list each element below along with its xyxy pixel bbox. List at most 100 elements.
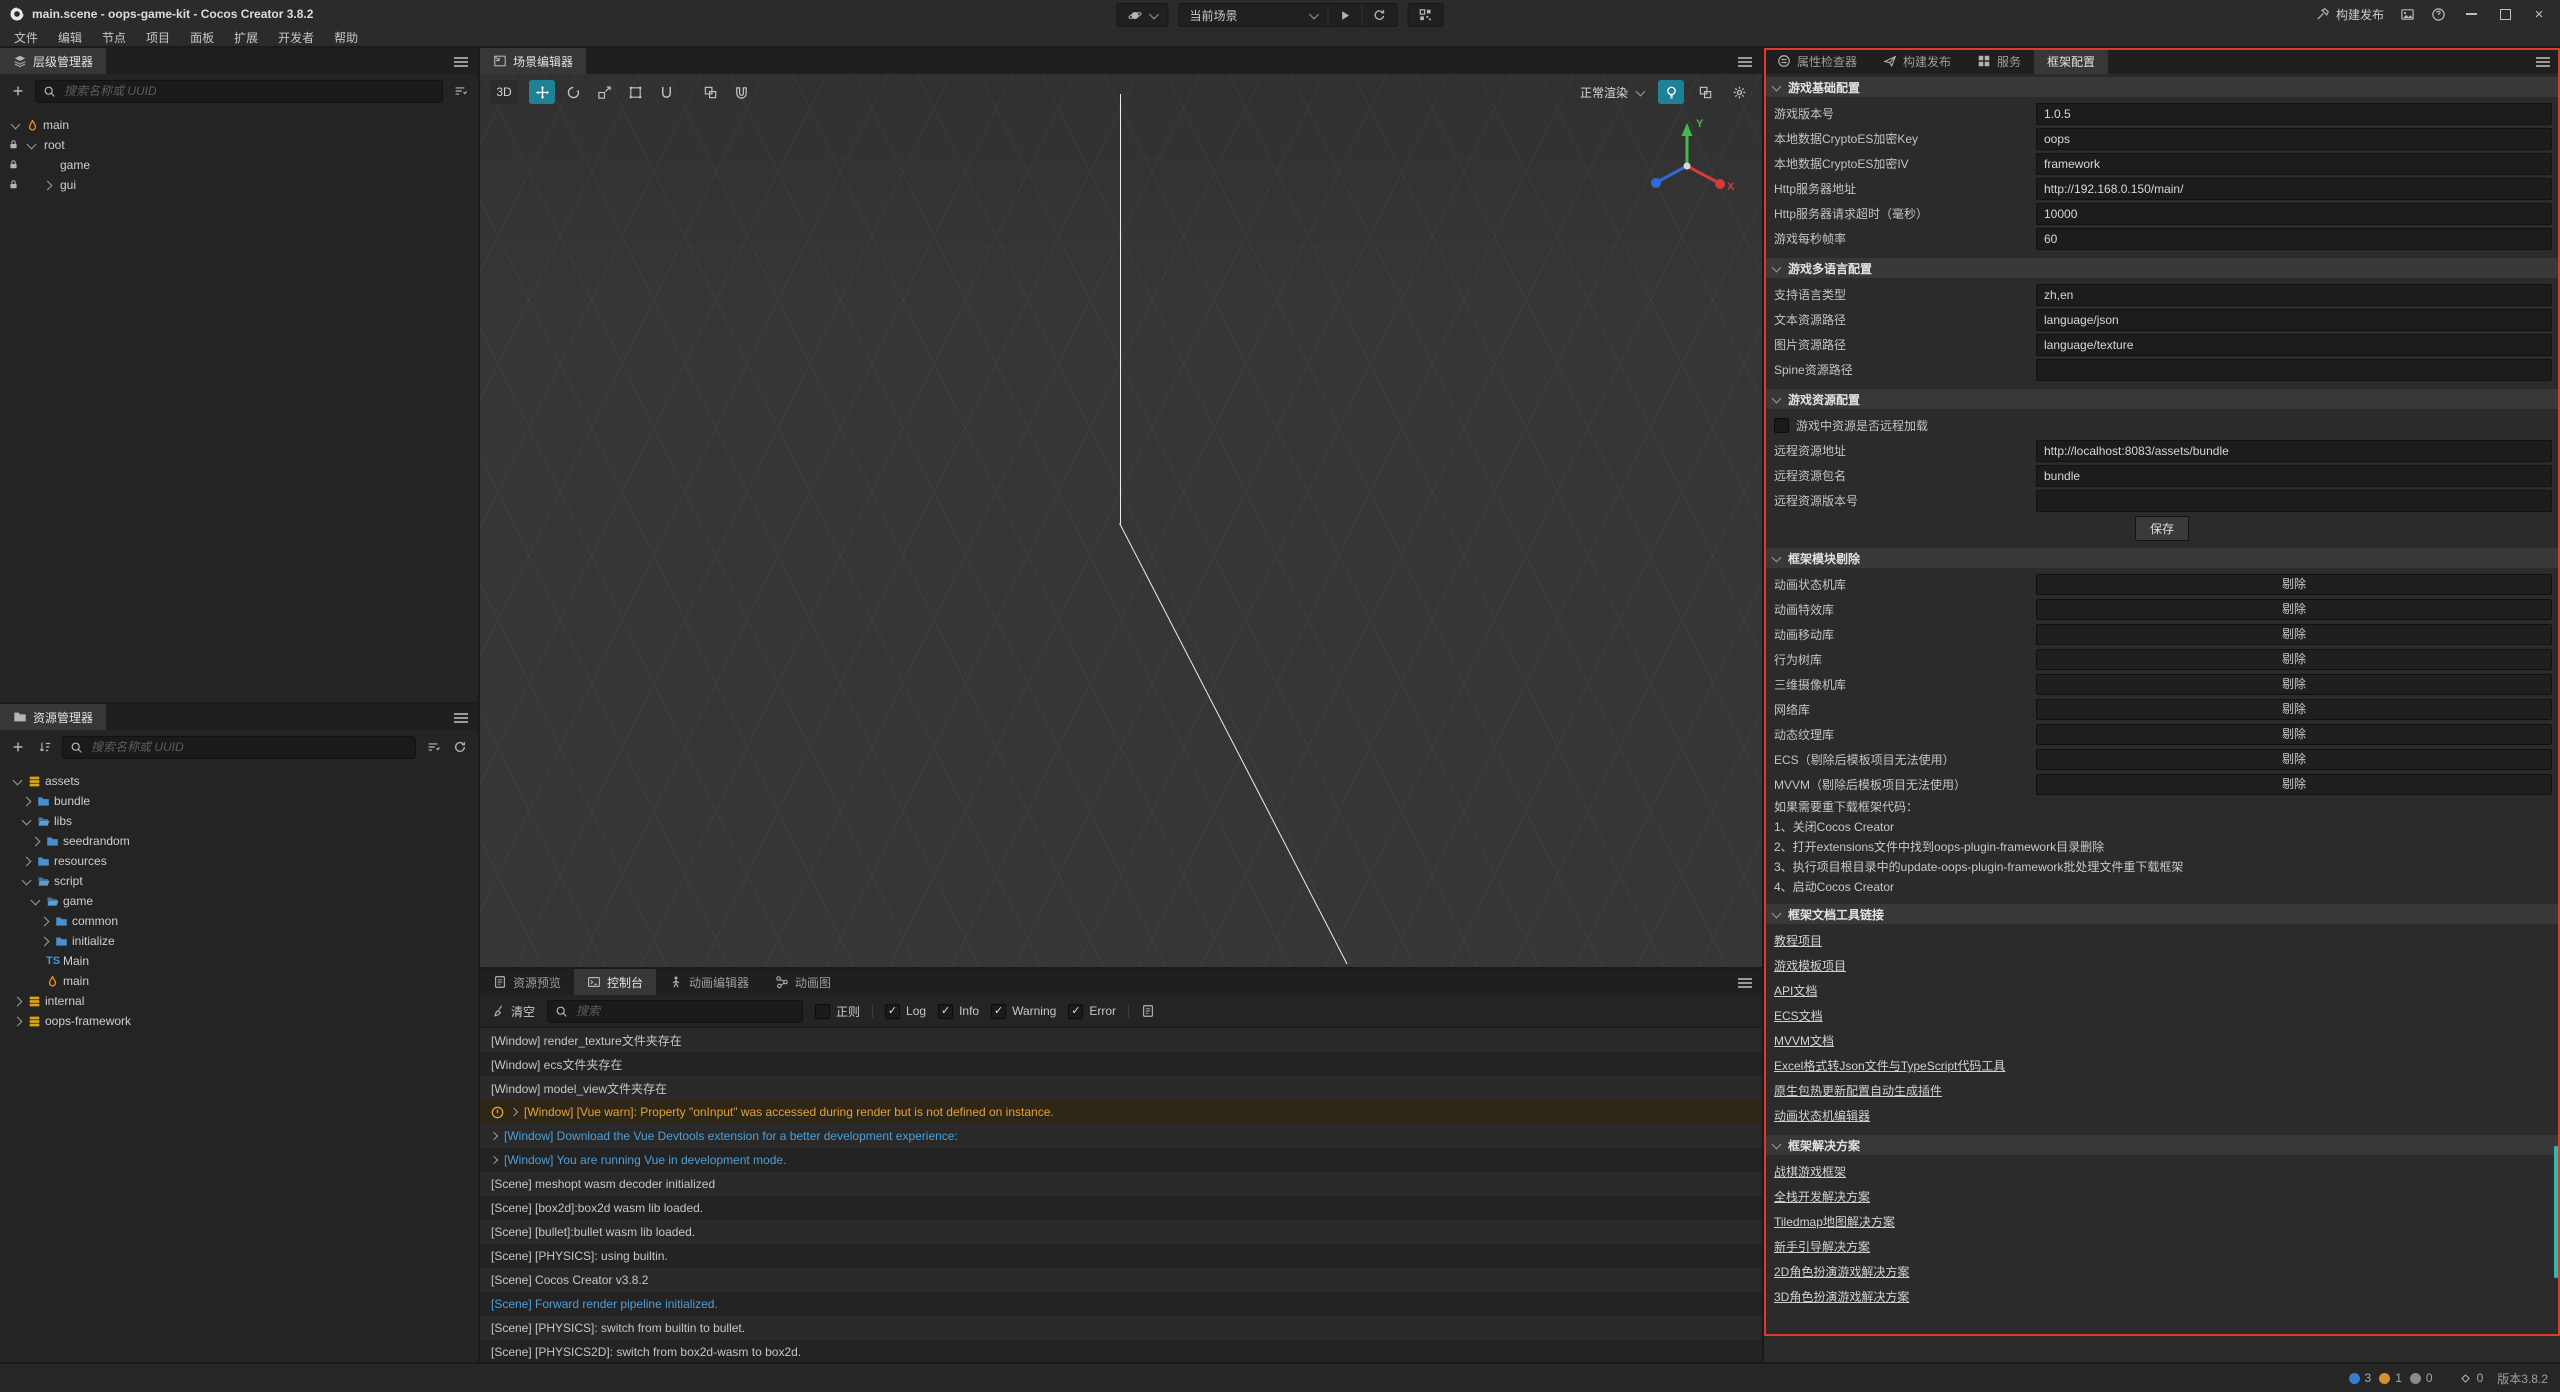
doc-link[interactable]: MVVM文档 [1774,1032,1834,1049]
doc-link[interactable]: 新手引导解决方案 [1774,1238,1870,1255]
tree-item-assets[interactable]: assets [0,771,478,791]
help-icon[interactable] [2431,7,2446,22]
axis-gizmo[interactable]: Y X [1640,114,1735,209]
minimize-button[interactable] [2462,5,2480,23]
chevron-down-icon[interactable] [23,879,37,884]
preview-qr-button[interactable] [1408,3,1444,27]
platform-select-dropdown[interactable] [1117,3,1169,27]
log-row[interactable]: [Scene] [PHYSICS]: switch from builtin t… [480,1316,1762,1340]
text-input[interactable]: oops [2036,128,2552,150]
remove-module-button[interactable]: 剔除 [2036,749,2552,770]
tree-item-internal[interactable]: internal [0,991,478,1011]
remove-module-button[interactable]: 剔除 [2036,674,2552,695]
chevron-right-icon[interactable] [23,858,37,865]
tab-scene-editor[interactable]: 场景编辑器 [480,48,586,74]
gizmo-settings-button[interactable] [1692,80,1718,104]
doc-link[interactable]: 原生包热更新配置自动生成插件 [1774,1082,1942,1099]
remove-module-button[interactable]: 剔除 [2036,624,2552,645]
sort-icon[interactable] [35,737,55,757]
tree-item-common[interactable]: common [0,911,478,931]
scene-selector-dropdown[interactable]: 当前场景 [1180,4,1329,26]
tree-item-seedrandom[interactable]: seedrandom [0,831,478,851]
gear-icon[interactable] [1726,80,1752,104]
tab-assets[interactable]: 资源管理器 [0,704,106,730]
tree-item-Main[interactable]: TSMain [0,951,478,971]
chevron-down-icon[interactable] [32,899,46,904]
remove-module-button[interactable]: 剔除 [2036,649,2552,670]
menu-item-0[interactable]: 文件 [4,29,48,46]
snap-tool-button[interactable] [697,80,723,104]
expand-chevron-icon[interactable] [490,1132,498,1140]
scale-tool-button[interactable] [591,80,617,104]
hierarchy-search-input[interactable] [62,83,435,99]
log-row[interactable]: [Window] render_texture文件夹存在 [480,1028,1762,1052]
tree-item-bundle[interactable]: bundle [0,791,478,811]
menu-item-4[interactable]: 面板 [180,29,224,46]
doc-link[interactable]: 动画状态机编辑器 [1774,1107,1870,1124]
play-button[interactable] [1329,4,1363,26]
log-file-icon[interactable] [1141,1004,1155,1018]
log-row[interactable]: [Window] ecs文件夹存在 [480,1052,1762,1076]
restart-button[interactable] [1363,4,1397,26]
panel-menu-icon[interactable] [1738,57,1752,67]
filter-list-icon[interactable] [423,737,443,757]
remote-load-checkbox[interactable] [1774,418,1789,433]
tab-inspector[interactable]: 属性检查器 [1764,48,1870,74]
chevron-right-icon[interactable] [44,182,58,189]
magnet-tool-button[interactable] [728,80,754,104]
chevron-down-icon[interactable] [23,819,37,824]
tree-item-main[interactable]: main [0,971,478,991]
log-row[interactable]: [Scene] Forward render pipeline initiali… [480,1292,1762,1316]
menu-item-1[interactable]: 编辑 [48,29,92,46]
add-asset-button[interactable] [8,737,28,757]
tree-item-root[interactable]: root [0,135,478,155]
chevron-right-icon[interactable] [14,998,28,1005]
log-row[interactable]: [Window] [Vue warn]: Property "onInput" … [480,1100,1762,1124]
remove-module-button[interactable]: 剔除 [2036,574,2552,595]
log-row[interactable]: [Scene] [PHYSICS2D]: switch from box2d-w… [480,1340,1762,1362]
expand-chevron-icon[interactable] [490,1156,498,1164]
message-count-gray[interactable]: 0 [2410,1371,2433,1385]
tree-item-libs[interactable]: libs [0,811,478,831]
text-input[interactable]: 60 [2036,228,2552,250]
tree-item-initialize[interactable]: initialize [0,931,478,951]
menu-item-7[interactable]: 帮助 [324,29,368,46]
log-row[interactable]: [Scene] [PHYSICS]: using builtin. [480,1244,1762,1268]
maximize-button[interactable] [2496,5,2514,23]
text-input[interactable]: zh,en [2036,284,2552,306]
menu-item-3[interactable]: 项目 [136,29,180,46]
console-search-input[interactable] [574,1003,795,1019]
doc-link[interactable]: 2D角色扮演游戏解决方案 [1774,1263,1909,1280]
text-input[interactable]: http://192.168.0.150/main/ [2036,178,2552,200]
rotate-tool-button[interactable] [560,80,586,104]
move-tool-button[interactable] [529,80,555,104]
text-input[interactable]: 1.0.5 [2036,103,2552,125]
text-input[interactable]: http://localhost:8083/assets/bundle [2036,440,2552,462]
regex-checkbox[interactable]: 正则 [815,1003,860,1020]
render-mode-dropdown[interactable]: 正常渲染 [1574,84,1650,101]
section-header-docs[interactable]: 框架文档工具链接 [1764,904,2560,924]
log-row[interactable]: [Window] You are running Vue in developm… [480,1148,1762,1172]
filter-checkbox-info[interactable]: ✓Info [938,1004,979,1019]
log-row[interactable]: [Scene] [box2d]:box2d wasm lib loaded. [480,1196,1762,1220]
text-input[interactable]: framework [2036,153,2552,175]
chevron-right-icon[interactable] [41,938,55,945]
tree-item-gui[interactable]: gui [0,175,478,195]
panel-menu-icon[interactable] [454,713,468,723]
doc-link[interactable]: ECS文档 [1774,1007,1823,1024]
filter-list-icon[interactable] [450,81,470,101]
chevron-right-icon[interactable] [14,1018,28,1025]
chevron-down-icon[interactable] [12,123,26,128]
chevron-down-icon[interactable] [14,779,28,784]
remove-module-button[interactable]: 剔除 [2036,699,2552,720]
message-count-orange[interactable]: 1 [2379,1371,2402,1385]
text-input[interactable] [2036,490,2552,512]
tab-hierarchy[interactable]: 层级管理器 [0,48,106,74]
tree-item-oops-framework[interactable]: oops-framework [0,1011,478,1031]
menu-item-5[interactable]: 扩展 [224,29,268,46]
assets-search-input[interactable] [89,739,408,755]
section-header-basic[interactable]: 游戏基础配置 [1764,77,2560,97]
panel-menu-icon[interactable] [2536,57,2550,67]
image-preview-icon[interactable] [2400,7,2415,22]
remove-module-button[interactable]: 剔除 [2036,774,2552,795]
